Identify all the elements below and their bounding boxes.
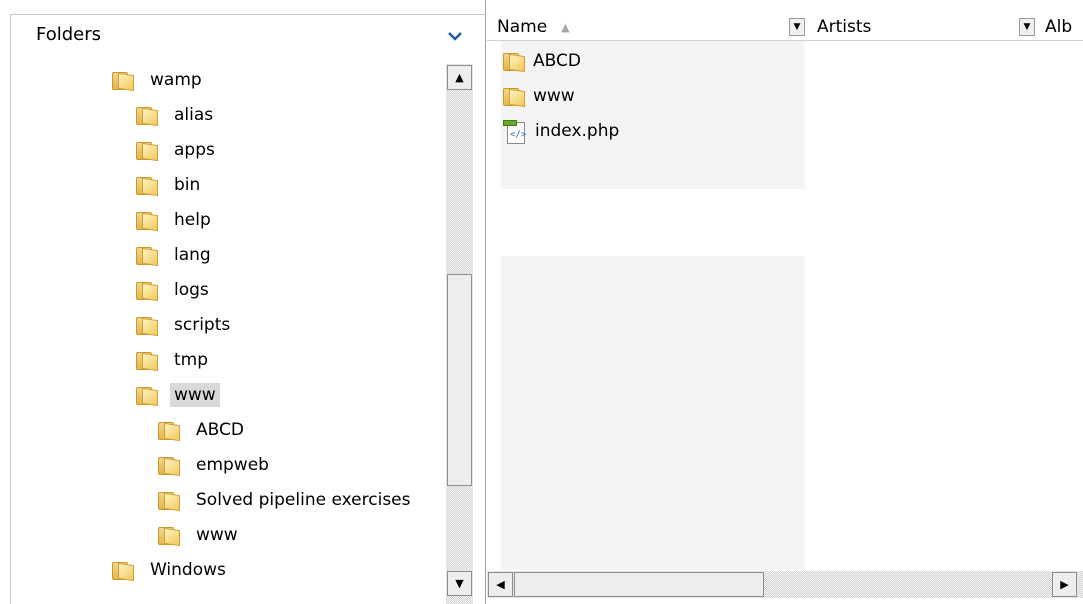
tree-item-label: alias [174,105,214,125]
folder-icon [503,86,525,108]
scroll-down-button[interactable]: ▼ [447,571,472,596]
column-artists-header[interactable]: Artists [817,14,871,40]
tree-item[interactable]: wamp [112,66,206,94]
folder-icon [136,210,158,232]
tree-item[interactable]: logs [136,276,213,304]
tree-item-label: scripts [174,315,231,335]
folder-icon [136,350,158,372]
tree-item-label: wamp [150,70,202,90]
folder-icon [136,105,158,127]
tree-item[interactable]: Windows [112,556,230,584]
tree-item[interactable]: ABCD [158,416,248,444]
column-album-label: Alb [1045,17,1073,37]
horizontal-scrollbar[interactable]: ◀ ▶ [487,571,1083,598]
folder-icon [112,560,134,582]
folder-icon [136,245,158,267]
tree-item-label: www [170,383,220,407]
scroll-up-button[interactable]: ▲ [447,65,472,90]
list-item-label: ABCD [533,51,581,71]
folders-title: Folders [36,24,102,45]
tree-item[interactable]: scripts [136,311,234,339]
tree-item[interactable]: www [136,381,220,409]
folders-pane: Folders wamp alias apps bin help lang logs scri… [0,0,486,604]
folder-icon [136,315,158,337]
tree-item[interactable]: bin [136,171,204,199]
tree-item-label: empweb [196,455,269,475]
column-artists-label: Artists [817,17,872,37]
tree-item-label: logs [174,280,209,300]
tree-item[interactable]: Solved pipeline exercises [158,486,415,514]
column-name-label: Name [497,17,548,37]
tree-item-label: Solved pipeline exercises [196,490,411,510]
folder-icon [158,525,180,547]
scroll-left-button[interactable]: ◀ [488,572,513,597]
tree-item-label: help [174,210,211,230]
tree-item[interactable]: lang [136,241,215,269]
column-artists-dropdown-icon[interactable]: ▼ [1019,18,1035,36]
tree-item[interactable]: www [158,521,242,549]
tree-item-label: Windows [150,560,226,580]
sort-ascending-icon: ▲ [561,20,570,34]
chevron-down-icon[interactable] [446,28,464,42]
tree-item[interactable]: help [136,206,215,234]
name-column-background [501,256,805,570]
tree-item-label: tmp [174,350,209,370]
list-item-label: www [533,86,575,106]
tree-item-label: ABCD [196,420,244,440]
folder-icon [158,455,180,477]
folder-icon [158,420,180,442]
file-list-pane: Name ▲ ▼ Artists ▼ Alb ABCD www </> inde… [487,0,1083,604]
php-file-icon: </> [503,118,527,144]
folder-icon [136,280,158,302]
list-item[interactable]: www [503,81,575,111]
scroll-right-button[interactable]: ▶ [1052,572,1077,597]
column-album-header[interactable]: Alb [1045,14,1072,40]
column-name-header[interactable]: Name ▲ [497,14,570,40]
vertical-scrollbar[interactable]: ▲ ▼ [446,64,473,604]
pane-border [10,14,11,604]
folder-icon [136,175,158,197]
tree-item-label: apps [174,140,215,160]
pane-border-top [10,14,486,15]
scroll-thumb[interactable] [514,572,764,597]
folder-icon [158,490,180,512]
column-header: Name ▲ ▼ Artists ▼ Alb [487,14,1083,41]
tree-item[interactable]: apps [136,136,219,164]
tree-item[interactable]: empweb [158,451,273,479]
list-item[interactable]: </> index.php [503,116,619,146]
tree-item-label: www [196,525,238,545]
tree-item-label: bin [174,175,201,195]
list-item[interactable]: ABCD [503,46,581,76]
tree-item-label: lang [174,245,211,265]
list-item-label: index.php [535,121,620,141]
folder-icon [112,70,134,92]
folder-icon [136,140,158,162]
folder-icon [136,385,158,407]
scroll-thumb[interactable] [447,274,472,486]
column-name-dropdown-icon[interactable]: ▼ [789,18,805,36]
tree-item[interactable]: alias [136,101,217,129]
folder-icon [503,51,525,73]
tree-item[interactable]: tmp [136,346,212,374]
